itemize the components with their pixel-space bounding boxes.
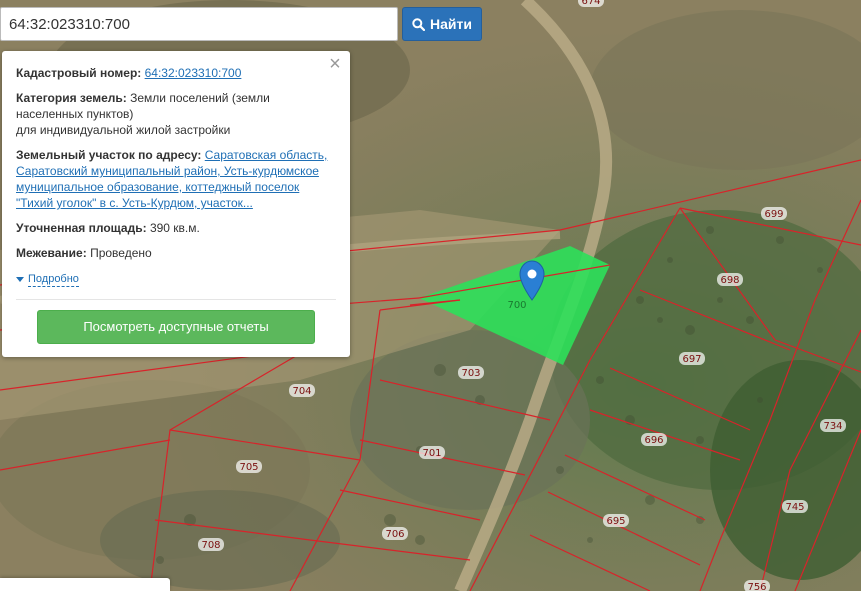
cadastral-number-row: Кадастровый номер: 64:32:023310:700 bbox=[16, 65, 336, 81]
svg-text:734: 734 bbox=[823, 421, 842, 432]
close-icon[interactable]: × bbox=[327, 54, 343, 74]
area-value: 390 кв.м. bbox=[149, 221, 200, 235]
bottom-panel bbox=[0, 578, 170, 591]
svg-text:705: 705 bbox=[239, 462, 258, 473]
parcel-label-701: 701 bbox=[419, 446, 445, 459]
divider bbox=[16, 298, 336, 300]
parcel-label-704: 704 bbox=[289, 384, 315, 397]
svg-text:696: 696 bbox=[644, 435, 663, 446]
parcel-label-699: 699 bbox=[761, 207, 787, 220]
land-category-value-2: населенных пунктов) bbox=[16, 107, 134, 121]
parcel-label-696: 696 bbox=[641, 433, 667, 446]
parcel-info-popup: × Кадастровый номер: 64:32:023310:700 Ка… bbox=[2, 51, 350, 357]
land-category-value-1: Земли поселений (земли bbox=[130, 91, 270, 105]
svg-text:708: 708 bbox=[201, 540, 220, 551]
address-row: Земельный участок по адресу: Саратовская… bbox=[16, 147, 336, 211]
address-link-2[interactable]: Саратовский муниципальный район, Усть-ку… bbox=[16, 164, 319, 178]
svg-text:695: 695 bbox=[606, 516, 625, 527]
cadastral-number-link[interactable]: 64:32:023310:700 bbox=[145, 66, 242, 80]
parcel-label-745: 745 bbox=[782, 500, 808, 513]
address-label: Земельный участок по адресу: bbox=[16, 148, 202, 162]
svg-text:745: 745 bbox=[785, 502, 804, 513]
area-row: Уточненная площадь: 390 кв.м. bbox=[16, 220, 336, 236]
land-category-row: Категория земель: Земли поселений (земли… bbox=[16, 90, 336, 138]
view-reports-button[interactable]: Посмотреть доступные отчеты bbox=[37, 309, 315, 344]
parcel-label-674: 674 bbox=[578, 0, 604, 7]
svg-text:703: 703 bbox=[461, 368, 480, 379]
chevron-down-icon bbox=[16, 277, 24, 282]
svg-text:706: 706 bbox=[385, 529, 404, 540]
parcel-label-695: 695 bbox=[603, 514, 629, 527]
svg-text:756: 756 bbox=[747, 582, 766, 591]
svg-text:674: 674 bbox=[581, 0, 600, 7]
search-icon bbox=[412, 17, 426, 31]
survey-value: Проведено bbox=[90, 246, 152, 260]
parcel-label-703: 703 bbox=[458, 366, 484, 379]
search-button-label: Найти bbox=[430, 16, 472, 32]
address-link-1[interactable]: Саратовская область, bbox=[205, 148, 328, 162]
details-toggle-label: Подробно bbox=[28, 272, 79, 287]
parcel-label-698: 698 bbox=[717, 273, 743, 286]
svg-text:701: 701 bbox=[422, 448, 441, 459]
parcel-label-756: 756 bbox=[744, 580, 770, 591]
land-category-value-3: для индивидуальной жилой застройки bbox=[16, 123, 231, 137]
parcel-label-708: 708 bbox=[198, 538, 224, 551]
svg-text:697: 697 bbox=[682, 354, 701, 365]
cadastral-search-input[interactable] bbox=[0, 7, 398, 41]
address-link-3[interactable]: муниципальное образование, коттеджный по… bbox=[16, 180, 299, 194]
search-button[interactable]: Найти bbox=[402, 7, 482, 41]
area-label: Уточненная площадь: bbox=[16, 221, 147, 235]
parcel-label-705: 705 bbox=[236, 460, 262, 473]
land-category-label: Категория земель: bbox=[16, 91, 127, 105]
parcel-label-700: 700 bbox=[507, 300, 526, 311]
cadastral-number-label: Кадастровый номер: bbox=[16, 66, 142, 80]
svg-text:699: 699 bbox=[764, 209, 783, 220]
address-link-4[interactable]: "Тихий уголок" в с. Усть-Курдюм, участок… bbox=[16, 196, 253, 210]
svg-text:698: 698 bbox=[720, 275, 739, 286]
details-toggle[interactable]: Подробно bbox=[16, 273, 79, 287]
parcel-label-734: 734 bbox=[820, 419, 846, 432]
parcel-label-706: 706 bbox=[382, 527, 408, 540]
svg-text:700: 700 bbox=[507, 300, 526, 311]
survey-row: Межевание: Проведено bbox=[16, 245, 336, 261]
parcel-label-697: 697 bbox=[679, 352, 705, 365]
survey-label: Межевание: bbox=[16, 246, 87, 260]
svg-text:704: 704 bbox=[292, 386, 311, 397]
